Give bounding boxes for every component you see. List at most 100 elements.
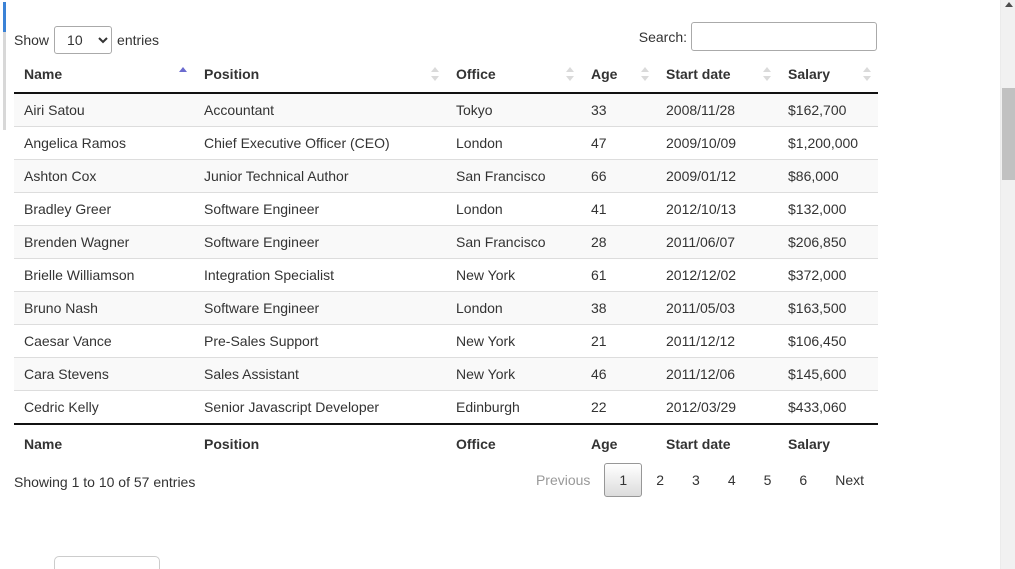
sort-toggle-icon: [430, 67, 440, 81]
sort-toggle-icon: [640, 67, 650, 81]
length-control: Show 10 25 50 100 entries: [14, 26, 159, 54]
pagination-page-6-button[interactable]: 6: [785, 463, 821, 497]
table-row[interactable]: Bruno Nash Software Engineer London 38 2…: [14, 291, 878, 325]
cell-office: London: [446, 126, 581, 160]
cell-start-date: 2012/03/29: [656, 390, 778, 424]
column-header-position[interactable]: Position: [194, 56, 446, 94]
pagination-page-4-button[interactable]: 4: [714, 463, 750, 497]
column-header-label: Salary: [788, 66, 831, 82]
table-controls: Show 10 25 50 100 entries Search:: [14, 0, 878, 56]
pagination-page-5-button[interactable]: 5: [750, 463, 786, 497]
footer-header-age: Age: [581, 423, 656, 463]
pagination-page-2-button[interactable]: 2: [642, 463, 678, 497]
cell-name: Ashton Cox: [14, 159, 194, 193]
cell-start-date: 2008/11/28: [656, 93, 778, 127]
cell-age: 22: [581, 390, 656, 424]
cell-position: Accountant: [194, 93, 446, 127]
cell-office: New York: [446, 324, 581, 358]
table-row[interactable]: Angelica Ramos Chief Executive Officer (…: [14, 126, 878, 160]
sort-toggle-icon: [565, 67, 575, 81]
cell-name: Airi Satou: [14, 93, 194, 127]
cell-start-date: 2012/10/13: [656, 192, 778, 226]
table-row[interactable]: Bradley Greer Software Engineer London 4…: [14, 192, 878, 226]
entries-per-page-select[interactable]: 10 25 50 100: [54, 26, 113, 54]
partially-visible-widget[interactable]: [54, 556, 160, 569]
table-row[interactable]: Brenden Wagner Software Engineer San Fra…: [14, 225, 878, 259]
column-header-name[interactable]: Name: [14, 56, 194, 94]
header-row: Name Position Office Age Start date Sala…: [14, 56, 878, 94]
datatable-page: Show 10 25 50 100 entries Search: Name: [0, 0, 1015, 569]
sort-ascending-icon: [178, 67, 188, 81]
cell-salary: $206,850: [778, 225, 878, 259]
vertical-scrollbar[interactable]: [1000, 0, 1015, 569]
cell-salary: $163,500: [778, 291, 878, 325]
cell-position: Integration Specialist: [194, 258, 446, 292]
show-label-suffix: entries: [117, 32, 160, 48]
cell-name: Bruno Nash: [14, 291, 194, 325]
cell-start-date: 2011/12/12: [656, 324, 778, 358]
cell-start-date: 2011/06/07: [656, 225, 778, 259]
table-row[interactable]: Brielle Williamson Integration Specialis…: [14, 258, 878, 292]
scrollbar-thumb[interactable]: [1002, 88, 1015, 180]
pagination-page-1-button[interactable]: 1: [604, 463, 643, 498]
footer-header-position: Position: [194, 423, 446, 463]
table-row[interactable]: Ashton Cox Junior Technical Author San F…: [14, 159, 878, 193]
column-header-label: Position: [204, 66, 260, 82]
table-row[interactable]: Cedric Kelly Senior Javascript Developer…: [14, 390, 878, 424]
table-row[interactable]: Cara Stevens Sales Assistant New York 46…: [14, 357, 878, 391]
pagination-previous-button[interactable]: Previous: [522, 463, 604, 497]
cell-name: Cedric Kelly: [14, 390, 194, 424]
column-header-label: Name: [24, 66, 63, 82]
cell-name: Cara Stevens: [14, 357, 194, 391]
cell-office: San Francisco: [446, 225, 581, 259]
column-header-salary[interactable]: Salary: [778, 56, 878, 94]
column-header-label: Office: [456, 66, 496, 82]
cell-salary: $132,000: [778, 192, 878, 226]
footer-header-salary: Salary: [778, 423, 878, 463]
table-info: Showing 1 to 10 of 57 entries: [14, 474, 196, 490]
datatable-wrapper: Show 10 25 50 100 entries Search: Name: [14, 0, 878, 511]
table-foot: Name Position Office Age Start date Sala…: [14, 423, 878, 463]
cell-salary: $86,000: [778, 159, 878, 193]
cell-position: Sales Assistant: [194, 357, 446, 391]
cell-salary: $1,200,000: [778, 126, 878, 160]
cell-position: Senior Javascript Developer: [194, 390, 446, 424]
table-body: Airi Satou Accountant Tokyo 33 2008/11/2…: [14, 93, 878, 424]
footer-row: Name Position Office Age Start date Sala…: [14, 423, 878, 463]
cell-name: Brielle Williamson: [14, 258, 194, 292]
cell-age: 21: [581, 324, 656, 358]
table-row[interactable]: Airi Satou Accountant Tokyo 33 2008/11/2…: [14, 93, 878, 127]
column-header-office[interactable]: Office: [446, 56, 581, 94]
column-header-start-date[interactable]: Start date: [656, 56, 778, 94]
cell-age: 46: [581, 357, 656, 391]
cell-salary: $372,000: [778, 258, 878, 292]
cell-office: Tokyo: [446, 93, 581, 127]
show-label-prefix: Show: [14, 32, 50, 48]
cell-position: Software Engineer: [194, 225, 446, 259]
cell-position: Software Engineer: [194, 192, 446, 226]
cell-start-date: 2009/01/12: [656, 159, 778, 193]
cell-name: Brenden Wagner: [14, 225, 194, 259]
pagination-page-3-button[interactable]: 3: [678, 463, 714, 497]
sort-toggle-icon: [762, 67, 772, 81]
search-input[interactable]: [691, 22, 877, 51]
cell-salary: $106,450: [778, 324, 878, 358]
cell-start-date: 2011/05/03: [656, 291, 778, 325]
cell-position: Chief Executive Officer (CEO): [194, 126, 446, 160]
column-header-age[interactable]: Age: [581, 56, 656, 94]
pagination-next-button[interactable]: Next: [821, 463, 878, 497]
cell-salary: $145,600: [778, 357, 878, 391]
footer-header-office: Office: [446, 423, 581, 463]
cell-office: San Francisco: [446, 159, 581, 193]
cell-office: London: [446, 291, 581, 325]
scroll-up-icon[interactable]: [1001, 0, 1015, 8]
column-header-label: Age: [591, 66, 618, 82]
cell-salary: $433,060: [778, 390, 878, 424]
pagination: Previous 1 2 3 4 5 6 Next: [522, 463, 878, 498]
table-row[interactable]: Caesar Vance Pre-Sales Support New York …: [14, 324, 878, 358]
cell-age: 61: [581, 258, 656, 292]
cell-office: New York: [446, 258, 581, 292]
cell-position: Junior Technical Author: [194, 159, 446, 193]
footer-header-start-date: Start date: [656, 423, 778, 463]
cell-position: Software Engineer: [194, 291, 446, 325]
